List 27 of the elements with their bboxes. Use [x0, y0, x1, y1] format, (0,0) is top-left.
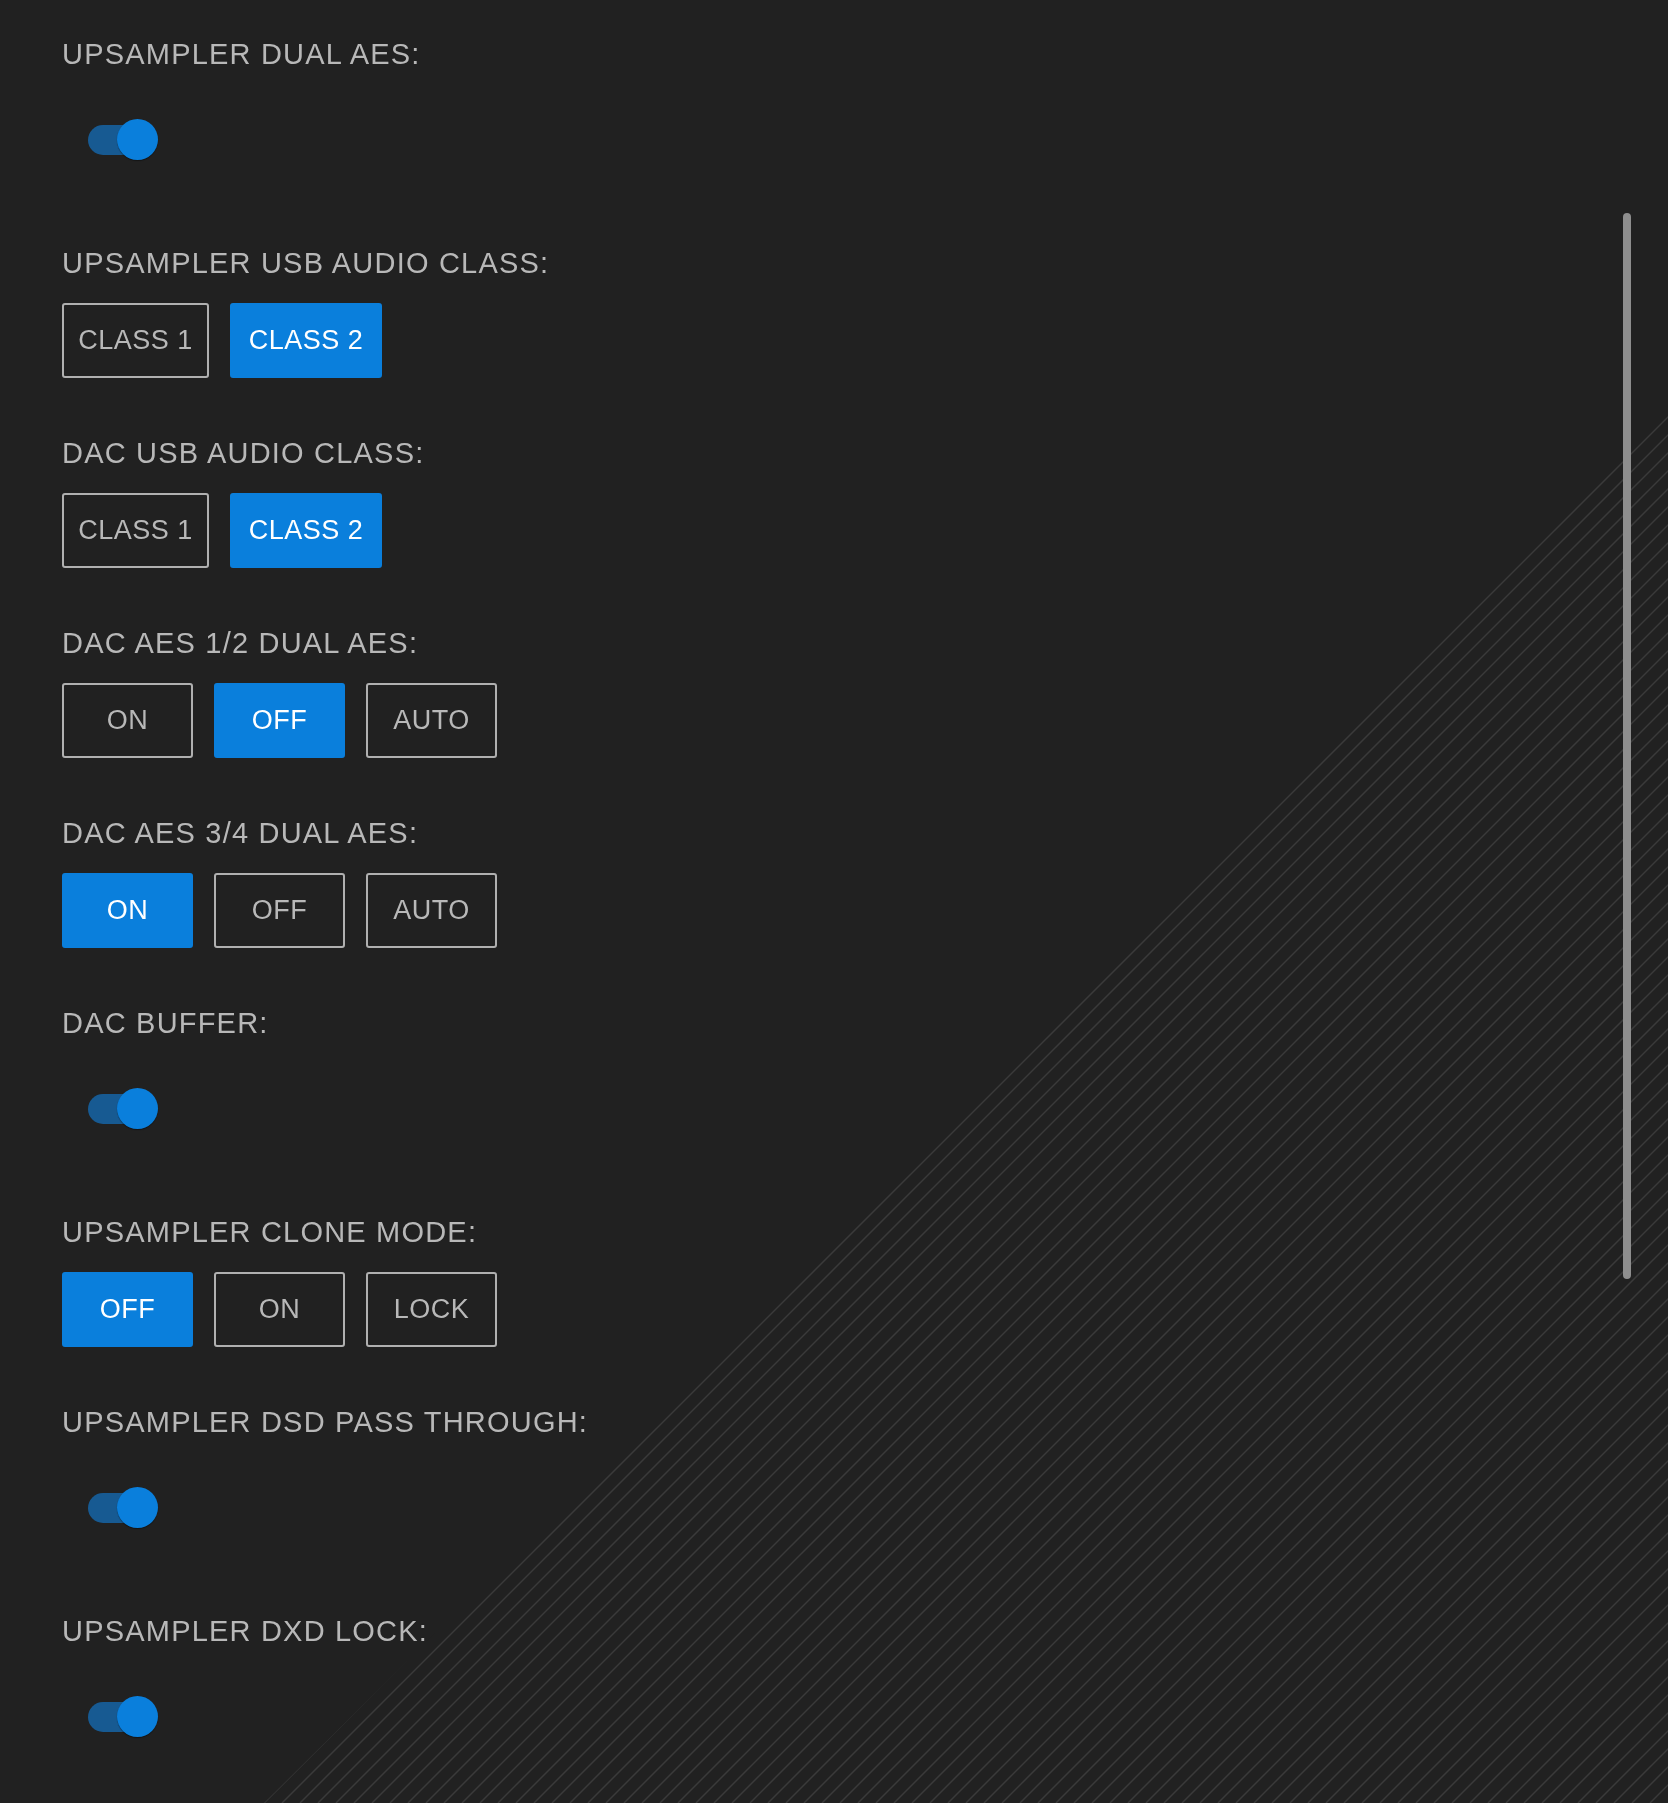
setting-label: UPSAMPLER CLONE MODE:	[62, 1215, 478, 1250]
toggle-switch[interactable]	[88, 1486, 160, 1530]
option-button[interactable]: ON	[62, 683, 193, 758]
toggle-switch[interactable]	[88, 1695, 160, 1739]
setting-label: UPSAMPLER DUAL AES:	[62, 37, 421, 72]
option-button[interactable]: CLASS 1	[62, 493, 209, 568]
setting-label: DAC BUFFER:	[62, 1006, 269, 1041]
setting-label: DAC USB AUDIO CLASS:	[62, 436, 425, 471]
option-button[interactable]: AUTO	[366, 873, 497, 948]
option-button[interactable]: CLASS 1	[62, 303, 209, 378]
option-button[interactable]: OFF	[214, 873, 345, 948]
option-button[interactable]: CLASS 2	[230, 493, 382, 568]
scrollbar-thumb[interactable]	[1623, 213, 1631, 1279]
option-button[interactable]: ON	[214, 1272, 345, 1347]
option-button[interactable]: CLASS 2	[230, 303, 382, 378]
option-button[interactable]: AUTO	[366, 683, 497, 758]
setting-label: UPSAMPLER DXD LOCK:	[62, 1614, 429, 1649]
setting-label: UPSAMPLER USB AUDIO CLASS:	[62, 246, 550, 281]
setting-label: DAC AES 3/4 DUAL AES:	[62, 816, 419, 851]
option-button[interactable]: ON	[62, 873, 193, 948]
toggle-switch[interactable]	[88, 118, 160, 162]
option-button[interactable]: OFF	[62, 1272, 193, 1347]
setting-label: UPSAMPLER DSD PASS THROUGH:	[62, 1405, 589, 1440]
setting-label: DAC AES 1/2 DUAL AES:	[62, 626, 419, 661]
option-button[interactable]: LOCK	[366, 1272, 497, 1347]
option-button[interactable]: OFF	[214, 683, 345, 758]
toggle-switch[interactable]	[88, 1087, 160, 1131]
